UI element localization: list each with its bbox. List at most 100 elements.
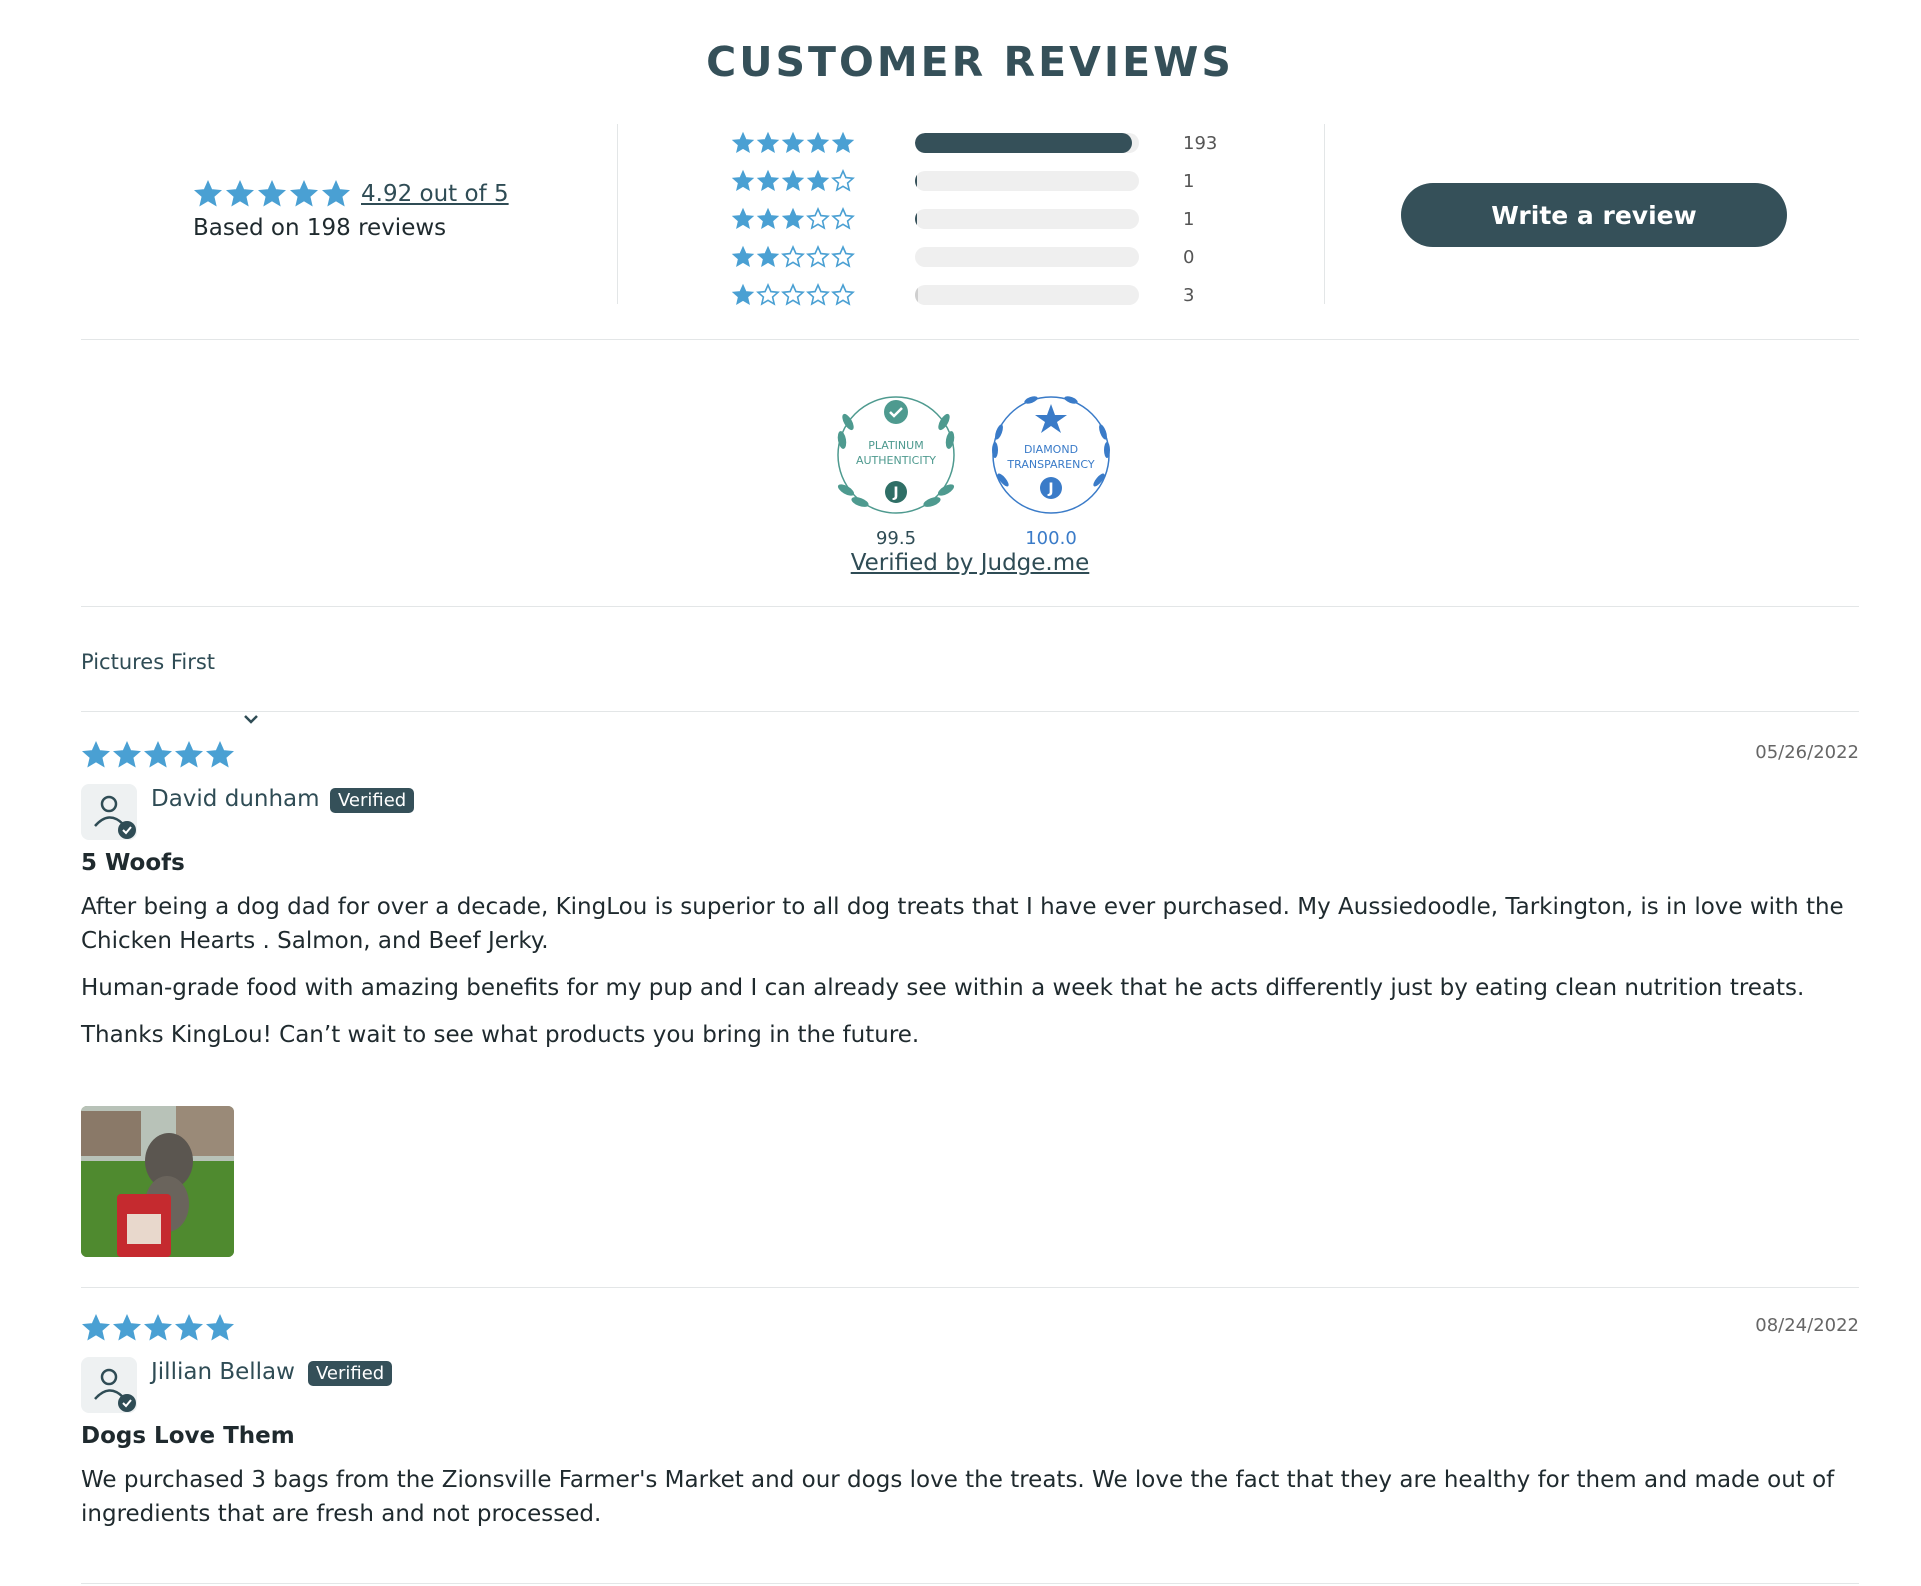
star-filled-icon	[731, 207, 755, 230]
star-filled-icon	[806, 131, 830, 154]
star-empty-icon	[831, 169, 855, 192]
badge-score: 100.0	[1025, 528, 1077, 549]
star-filled-icon	[225, 179, 255, 207]
review-stars	[81, 740, 235, 770]
star-filled-icon	[731, 169, 755, 192]
verified-badge: Verified	[308, 1361, 393, 1386]
star-filled-icon	[81, 740, 111, 768]
histogram-count: 193	[1183, 132, 1218, 154]
star-empty-icon	[806, 245, 830, 268]
histogram-row-5-star[interactable]: 193	[731, 124, 1243, 162]
star-filled-icon	[756, 131, 780, 154]
histogram-count: 0	[1183, 246, 1195, 268]
histogram-row-2-star[interactable]: 0	[731, 238, 1243, 276]
svg-text:J: J	[892, 485, 898, 501]
divider	[81, 339, 1859, 340]
histogram-bar[interactable]	[915, 285, 1139, 305]
dog-photo-image	[81, 1106, 234, 1257]
star-filled-icon	[781, 131, 805, 154]
average-rating-link[interactable]: 4.92 out of 5	[361, 181, 509, 207]
histogram-bar-fill	[915, 285, 919, 305]
star-filled-icon	[731, 245, 755, 268]
star-filled-icon	[205, 1313, 235, 1341]
star-filled-icon	[81, 1313, 111, 1341]
histogram-bar[interactable]	[915, 171, 1139, 191]
review-photo[interactable]	[81, 1106, 234, 1257]
divider	[81, 1583, 1859, 1584]
star-filled-icon	[289, 179, 319, 207]
histogram-count: 1	[1183, 170, 1195, 192]
histogram-stars	[731, 131, 911, 155]
divider	[81, 711, 1859, 712]
reviews-widget: CUSTOMER REVIEWS 4.92 out of 5 Based on …	[81, 0, 1859, 1586]
histogram-row-1-star[interactable]: 3	[731, 276, 1243, 314]
star-empty-icon	[756, 283, 780, 306]
star-filled-icon	[174, 740, 204, 768]
histogram-bar[interactable]	[915, 247, 1139, 267]
histogram-bar[interactable]	[915, 133, 1139, 153]
user-verified-icon	[94, 795, 136, 839]
histogram-stars	[731, 207, 911, 231]
histogram-bar[interactable]	[915, 209, 1139, 229]
star-empty-icon	[806, 283, 830, 306]
sort-select[interactable]: Pictures First	[81, 650, 215, 674]
star-filled-icon	[112, 740, 142, 768]
star-filled-icon	[781, 207, 805, 230]
histogram-count: 1	[1183, 208, 1195, 230]
review-author: Jillian Bellaw	[151, 1359, 295, 1385]
avatar	[81, 784, 137, 840]
write-review-button[interactable]: Write a review	[1401, 183, 1787, 247]
divider	[1324, 124, 1325, 304]
review-date: 05/26/2022	[1755, 742, 1859, 763]
histogram-bar-fill	[915, 133, 1133, 153]
review-paragraph: After being a dog dad for over a decade,…	[81, 894, 1844, 954]
transparency-badge[interactable]: J DIAMOND TRANSPARENCY 100.0	[981, 390, 1121, 550]
average-rating-block: 4.92 out of 5 Based on 198 reviews	[193, 179, 509, 241]
star-filled-icon	[781, 169, 805, 192]
histogram-count: 3	[1183, 284, 1195, 306]
star-filled-icon	[806, 169, 830, 192]
badge-label: DIAMOND TRANSPARENCY	[1007, 443, 1095, 471]
star-filled-icon	[143, 1313, 173, 1341]
review-paragraph: Thanks KingLou! Can’t wait to see what p…	[81, 1022, 920, 1048]
histogram-bar-fill	[915, 171, 918, 191]
divider	[81, 606, 1859, 607]
avatar	[81, 1357, 137, 1413]
review-paragraph: Human-grade food with amazing benefits f…	[81, 975, 1805, 1001]
star-filled-icon	[257, 179, 287, 207]
review-title: Dogs Love Them	[81, 1423, 295, 1449]
histogram-row-3-star[interactable]: 1	[731, 200, 1243, 238]
star-filled-icon	[756, 245, 780, 268]
review-date: 08/24/2022	[1755, 1315, 1859, 1336]
chevron-down-icon[interactable]	[241, 710, 261, 730]
histogram-row-4-star[interactable]: 1	[731, 162, 1243, 200]
star-filled-icon	[112, 1313, 142, 1341]
reviews-summary: 4.92 out of 5 Based on 198 reviews 193 1 1…	[81, 124, 1859, 306]
divider	[617, 124, 618, 304]
star-empty-icon	[831, 283, 855, 306]
star-empty-icon	[781, 245, 805, 268]
star-filled-icon	[205, 740, 235, 768]
star-filled-icon	[831, 131, 855, 154]
star-empty-icon	[831, 207, 855, 230]
star-filled-icon	[143, 740, 173, 768]
star-filled-icon	[756, 207, 780, 230]
review-count-text: Based on 198 reviews	[193, 215, 447, 241]
rating-histogram: 193 1 1 0 3	[731, 124, 1243, 314]
verified-by-judgeme-link[interactable]: Verified by Judge.me	[81, 550, 1859, 576]
user-verified-icon	[94, 1368, 136, 1412]
histogram-stars	[731, 169, 911, 193]
verified-badge: Verified	[330, 788, 415, 813]
average-stars	[193, 179, 351, 209]
authenticity-badge[interactable]: J PLATINUM AUTHENTICITY 99.5	[826, 390, 966, 550]
review-paragraph: We purchased 3 bags from the Zionsville …	[81, 1467, 1835, 1527]
star-filled-icon	[756, 169, 780, 192]
histogram-bar-fill	[915, 209, 918, 229]
histogram-stars	[731, 283, 911, 307]
page-title: CUSTOMER REVIEWS	[706, 38, 1234, 86]
review-body: After being a dog dad for over a decade,…	[81, 890, 1859, 1065]
review-body: We purchased 3 bags from the Zionsville …	[81, 1463, 1859, 1544]
judgeme-badges: J PLATINUM AUTHENTICITY 99.5 J DIAMOND T…	[826, 390, 1126, 549]
badge-label: PLATINUM AUTHENTICITY	[855, 439, 937, 467]
histogram-stars	[731, 245, 911, 269]
